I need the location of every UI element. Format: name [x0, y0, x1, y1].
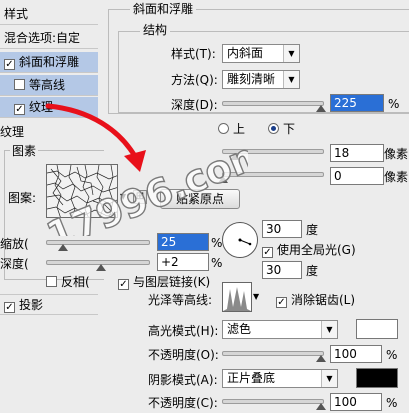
gloss-contour-label: 光泽等高线:: [148, 293, 213, 307]
scale-unit: %: [211, 236, 223, 250]
highlight-opacity-slider[interactable]: [222, 351, 324, 356]
bevel-depth-input[interactable]: 225: [330, 94, 384, 112]
shadow-opacity-input[interactable]: 100: [330, 393, 382, 411]
style-item-drop-shadow[interactable]: 投影: [0, 294, 98, 315]
size-input[interactable]: 18: [330, 144, 384, 162]
shadow-opacity-unit: %: [386, 396, 398, 410]
texture-checkbox[interactable]: [14, 104, 25, 115]
pattern-label: 图案:: [8, 191, 37, 205]
style-label: 样式(T):: [171, 47, 216, 61]
direction-up[interactable]: 上: [218, 121, 245, 137]
new-preset-icon[interactable]: ⊞: [133, 190, 147, 204]
style-dropdown[interactable]: 内斜面 ▼: [222, 44, 300, 63]
texture-depth-unit: %: [211, 256, 223, 270]
contour-checkbox[interactable]: [14, 79, 25, 90]
shadow-color-swatch[interactable]: [356, 368, 398, 388]
soften-input[interactable]: 0: [330, 167, 384, 185]
texture-title: 纹理: [0, 125, 25, 139]
bevel-depth-slider[interactable]: [222, 101, 324, 106]
texture-depth-input[interactable]: +2: [157, 253, 209, 271]
altitude-input[interactable]: 30: [262, 261, 302, 279]
antialias-option[interactable]: 消除锯齿(L): [276, 292, 355, 308]
highlight-opacity-unit: %: [386, 348, 398, 362]
soften-unit: 像素: [384, 170, 409, 184]
highlight-opacity-label: 不透明度(O):: [148, 348, 219, 362]
angle-dial-icon: [238, 238, 252, 246]
chevron-down-icon: ▼: [321, 321, 337, 338]
link-with-layer-option[interactable]: 与图层链接(K): [118, 274, 210, 290]
altitude-unit: 度: [306, 264, 319, 278]
soften-slider[interactable]: [222, 172, 324, 177]
scale-label: 缩放(: [0, 237, 29, 251]
antialias-checkbox[interactable]: [276, 297, 287, 308]
shadow-opacity-label: 不透明度(C):: [148, 396, 218, 410]
link-with-layer-checkbox[interactable]: [118, 279, 129, 290]
angle-wheel[interactable]: [222, 222, 258, 258]
bevel-depth-label: 深度(D):: [171, 98, 218, 112]
styles-header: 样式: [0, 4, 98, 25]
bevel-group-title: 斜面和浮雕: [130, 2, 197, 16]
angle-input[interactable]: 30: [262, 220, 302, 238]
snap-to-origin-button[interactable]: 贴紧原点: [160, 189, 240, 209]
pattern-picker-arrow-icon[interactable]: ▼: [120, 192, 126, 201]
highlight-color-swatch[interactable]: [356, 319, 398, 339]
shadow-opacity-slider[interactable]: [222, 399, 324, 404]
bevel-depth-slider-thumb[interactable]: [316, 105, 326, 112]
shadow-mode-label: 阴影模式(A):: [148, 373, 218, 387]
bevel-depth-unit: %: [388, 97, 400, 111]
highlight-mode-dropdown[interactable]: 滤色 ▼: [222, 320, 338, 339]
gloss-contour-swatch[interactable]: [222, 282, 252, 312]
direction-down-radio[interactable]: [268, 123, 279, 134]
drop-shadow-checkbox[interactable]: [4, 302, 15, 313]
texture-depth-slider-thumb[interactable]: [96, 264, 106, 271]
chevron-down-icon: ▼: [283, 45, 299, 62]
highlight-mode-label: 高光模式(H):: [148, 324, 219, 338]
global-light-checkbox[interactable]: [262, 247, 273, 258]
red-arrow-annotation: [45, 103, 146, 172]
direction-down[interactable]: 下: [268, 121, 295, 137]
scale-input[interactable]: 25: [157, 233, 209, 251]
shadow-opacity-slider-thumb[interactable]: [316, 403, 326, 410]
chevron-down-icon: ▼: [283, 71, 299, 88]
invert-checkbox[interactable]: [46, 276, 57, 287]
invert-option[interactable]: 反相(: [46, 274, 90, 290]
scale-slider-thumb[interactable]: [58, 244, 68, 251]
style-item-contour[interactable]: 等高线: [0, 75, 98, 96]
chevron-down-icon: ▼: [321, 370, 337, 387]
soften-slider-thumb[interactable]: [218, 176, 228, 183]
texture-depth-label: 深度(: [0, 257, 29, 271]
technique-label: 方法(Q):: [171, 73, 218, 87]
bevel-emboss-checkbox[interactable]: [4, 59, 15, 70]
direction-up-radio[interactable]: [218, 123, 229, 134]
pattern-group-title: 图素: [10, 143, 39, 159]
shadow-mode-dropdown[interactable]: 正片叠底 ▼: [222, 369, 338, 388]
technique-dropdown[interactable]: 雕刻清晰 ▼: [222, 70, 300, 89]
contour-curve-icon: [223, 283, 251, 311]
style-item-bevel-emboss[interactable]: 斜面和浮雕: [0, 52, 98, 73]
styles-title: 样式: [4, 7, 29, 21]
highlight-opacity-slider-thumb[interactable]: [316, 355, 326, 362]
contour-picker-arrow-icon[interactable]: ▼: [253, 292, 259, 301]
global-light-option[interactable]: 使用全局光(G): [262, 242, 356, 258]
style-item-blending-options[interactable]: 混合选项:自定: [0, 28, 98, 49]
size-slider-thumb[interactable]: [230, 153, 240, 160]
size-unit: 像素: [384, 147, 409, 161]
angle-unit: 度: [306, 223, 319, 237]
highlight-opacity-input[interactable]: 100: [330, 345, 382, 363]
structure-title: 结构: [140, 23, 171, 37]
